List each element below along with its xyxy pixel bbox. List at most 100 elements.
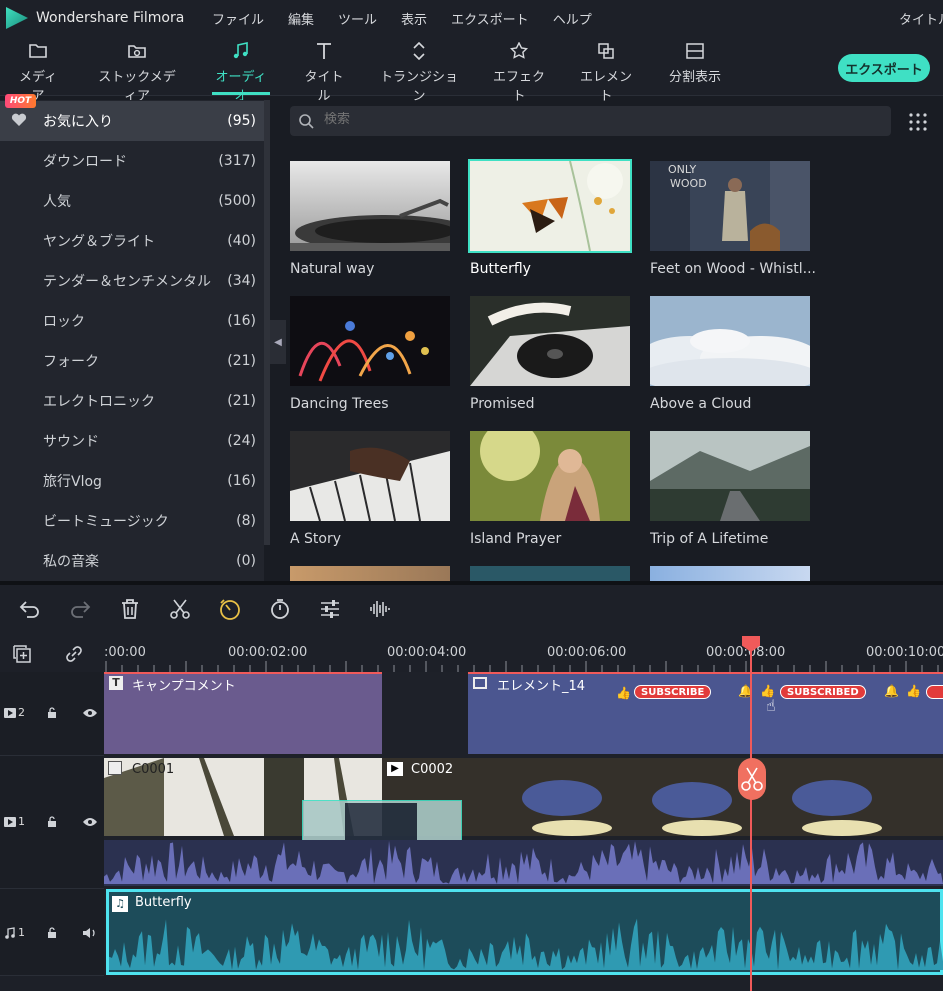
thumbnail-forest-man: ONLYWOOD bbox=[650, 161, 810, 251]
timeline-ruler[interactable]: :00:00 00:00:02:00 00:00:04:00 00:00:06:… bbox=[0, 635, 943, 672]
audio-card-partial[interactable] bbox=[290, 566, 450, 582]
thumbnail-record-player bbox=[470, 296, 630, 386]
audio-card-feet-on-wood[interactable]: ONLY WOOD Feet on Wood - Whistl... bbox=[650, 161, 815, 277]
timeline-clip-video[interactable]: ▶ C0002 bbox=[382, 758, 943, 836]
category-count: (0) bbox=[236, 553, 256, 569]
timeline-clip-audio[interactable]: ♫ Butterfly bbox=[106, 889, 943, 975]
category-count: (317) bbox=[218, 153, 256, 169]
music-note-icon bbox=[5, 927, 15, 939]
audio-waveform-icon[interactable] bbox=[368, 597, 392, 621]
thumbnail-mountain-road bbox=[650, 431, 810, 521]
filmora-logo-icon bbox=[6, 7, 28, 29]
lock-icon[interactable] bbox=[46, 816, 58, 828]
video-audio-waveform bbox=[104, 840, 943, 886]
category-folk[interactable]: フォーク (21) bbox=[0, 341, 264, 381]
tab-split-screen[interactable]: 分割表示 bbox=[664, 42, 726, 85]
category-sound[interactable]: サウンド (24) bbox=[0, 421, 264, 461]
menu-tools[interactable]: ツール bbox=[338, 9, 377, 28]
hot-badge: HOT bbox=[5, 94, 36, 108]
audio-card-a-story[interactable]: A Story bbox=[290, 431, 452, 547]
folder-icon bbox=[29, 44, 47, 58]
split-marker[interactable] bbox=[738, 758, 766, 800]
menu-view[interactable]: 表示 bbox=[401, 9, 427, 28]
eye-icon[interactable] bbox=[82, 816, 98, 828]
category-count: (34) bbox=[227, 273, 256, 289]
dragged-clip-ghost[interactable] bbox=[302, 800, 462, 844]
menu-file[interactable]: ファイル bbox=[212, 9, 264, 28]
ruler-label: 00:00:04:00 bbox=[387, 645, 467, 660]
category-popular[interactable]: 人気 (500) bbox=[0, 181, 264, 221]
audio-card-promised[interactable]: Promised bbox=[470, 296, 632, 412]
video-track-icon bbox=[4, 817, 16, 827]
menu-edit[interactable]: 編集 bbox=[288, 9, 314, 28]
delete-icon[interactable] bbox=[118, 597, 142, 621]
export-button[interactable]: エクスポート bbox=[838, 54, 930, 82]
category-label: お気に入り bbox=[43, 114, 113, 130]
tab-elements[interactable]: エレメント bbox=[577, 42, 635, 104]
category-tender[interactable]: テンダー＆センチメンタル (34) bbox=[0, 261, 264, 301]
collapse-sidebar-button[interactable]: ◀ bbox=[270, 320, 286, 364]
lock-icon[interactable] bbox=[46, 927, 58, 939]
category-my-music[interactable]: 私の音楽 (0) bbox=[0, 541, 264, 581]
subscribed-sticker: SUBSCRIBED bbox=[780, 685, 866, 699]
audio-card-partial[interactable] bbox=[650, 566, 810, 582]
tab-titles[interactable]: タイトル bbox=[300, 42, 348, 104]
text-icon bbox=[317, 43, 331, 59]
transition-icon bbox=[413, 42, 425, 60]
eye-icon[interactable] bbox=[82, 707, 98, 719]
clip-label: C0001 bbox=[132, 762, 175, 777]
lock-icon[interactable] bbox=[46, 707, 58, 719]
speed-icon[interactable] bbox=[218, 597, 242, 621]
waveform bbox=[104, 840, 943, 884]
grid-view-icon[interactable] bbox=[908, 112, 928, 132]
title-clip-icon: T bbox=[109, 676, 123, 690]
search-input[interactable] bbox=[324, 112, 824, 127]
scissors-icon[interactable] bbox=[168, 597, 192, 621]
undo-icon[interactable] bbox=[18, 597, 42, 621]
hand-cursor-icon: ☝ bbox=[766, 696, 776, 715]
audio-card-natural-way[interactable]: Natural way bbox=[290, 161, 475, 277]
audio-card-butterfly[interactable]: Butterfly bbox=[468, 159, 632, 277]
speaker-icon[interactable] bbox=[82, 927, 98, 939]
add-track-icon[interactable] bbox=[12, 644, 32, 664]
category-favorites[interactable]: お気に入り (95) bbox=[0, 101, 264, 141]
playhead-line bbox=[750, 640, 752, 991]
tab-stock-media[interactable]: ストックメディア bbox=[93, 42, 181, 104]
audio-card-island-prayer[interactable]: Island Prayer bbox=[470, 421, 632, 547]
thumbs-up-icon: 👍 bbox=[906, 684, 921, 698]
category-downloads[interactable]: ダウンロード (317) bbox=[0, 141, 264, 181]
track-header-video-2: 2 bbox=[0, 672, 104, 756]
track-header-audio-1: 1 bbox=[0, 889, 104, 976]
category-electronic[interactable]: エレクトロニック (21) bbox=[0, 381, 264, 421]
redo-icon[interactable] bbox=[68, 597, 92, 621]
audio-card-partial[interactable] bbox=[470, 566, 630, 582]
audio-title: Above a Cloud bbox=[650, 396, 752, 412]
category-rock[interactable]: ロック (16) bbox=[0, 301, 264, 341]
category-count: (500) bbox=[218, 193, 256, 209]
category-label: ヤング＆ブライト bbox=[43, 234, 155, 250]
timeline-scrollbar[interactable] bbox=[0, 976, 943, 991]
audio-card-trip-of-a-lifetime[interactable]: Trip of A Lifetime bbox=[650, 431, 812, 547]
timeline-clip-title[interactable]: T キャンプコメント bbox=[104, 672, 382, 754]
link-icon[interactable] bbox=[64, 644, 84, 664]
audio-card-above-a-cloud[interactable]: Above a Cloud bbox=[640, 296, 820, 412]
timeline-clip-element[interactable]: エレメント_14 👍 SUBSCRIBE 🔔 👍 SUBSCRIBED 🔔 👍 … bbox=[468, 672, 943, 754]
clip-label: Butterfly bbox=[135, 895, 192, 910]
category-label: 人気 bbox=[43, 194, 71, 210]
category-beat-music[interactable]: ビートミュージック (8) bbox=[0, 501, 264, 541]
category-young-bright[interactable]: ヤング＆ブライト (40) bbox=[0, 221, 264, 261]
audio-title: Butterfly bbox=[470, 261, 531, 277]
audio-card-dancing-trees[interactable]: Dancing Trees bbox=[290, 296, 452, 412]
tab-transitions[interactable]: トランジション bbox=[379, 42, 459, 104]
tab-effects[interactable]: エフェクト bbox=[491, 42, 547, 104]
track-number: 2 bbox=[18, 706, 25, 719]
track-number: 1 bbox=[18, 926, 25, 939]
audio-title: Natural way bbox=[290, 261, 375, 277]
ruler-label: :00:00 bbox=[104, 645, 146, 660]
menu-export[interactable]: エクスポート bbox=[451, 9, 529, 28]
duration-icon[interactable] bbox=[268, 597, 292, 621]
tab-label: エフェクト bbox=[492, 70, 545, 104]
adjust-icon[interactable] bbox=[318, 597, 342, 621]
menu-help[interactable]: ヘルプ bbox=[553, 9, 592, 28]
category-travel-vlog[interactable]: 旅行Vlog (16) bbox=[0, 461, 264, 501]
